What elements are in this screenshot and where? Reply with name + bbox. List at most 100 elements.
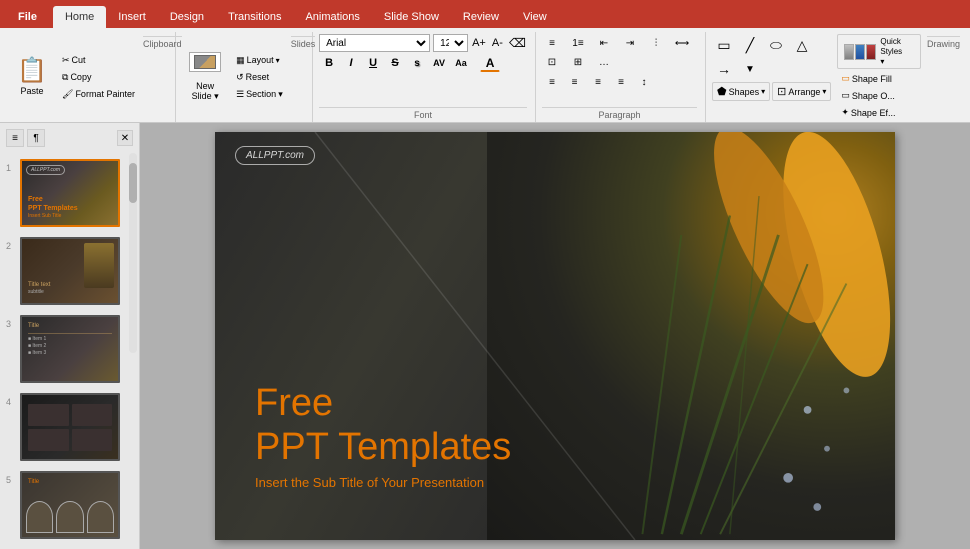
increase-indent-button[interactable]: ⇥ xyxy=(620,34,640,52)
close-panel-button[interactable]: ✕ xyxy=(117,130,133,146)
change-case-button[interactable]: Aa xyxy=(451,54,471,72)
paste-button[interactable]: 📋 Paste xyxy=(10,49,54,105)
paste-label: Paste xyxy=(20,86,43,96)
bullets-button[interactable]: ≡ xyxy=(542,34,562,52)
strikethrough-button[interactable]: S xyxy=(385,54,405,72)
slide-thumb-5[interactable]: 5 Title xyxy=(4,469,135,541)
paste-icon: 📋 xyxy=(17,59,47,83)
cut-icon: ✂ xyxy=(62,55,70,66)
drawing-label: Drawing xyxy=(927,36,960,120)
increase-font-button[interactable]: A+ xyxy=(471,34,487,52)
slide-num-4: 4 xyxy=(6,397,16,407)
char-spacing-button[interactable]: AV xyxy=(429,54,449,72)
tab-design[interactable]: Design xyxy=(158,6,216,28)
canvas-area: ALLPPT.com Free PPT Templates Insert the… xyxy=(140,123,970,549)
new-slide-label: New Slide ▾ xyxy=(192,81,219,102)
layout-button[interactable]: ▦ Layout ▾ xyxy=(232,53,287,68)
tab-insert[interactable]: Insert xyxy=(106,6,158,28)
slide-canvas[interactable]: ALLPPT.com Free PPT Templates Insert the… xyxy=(215,132,895,540)
italic-button[interactable]: I xyxy=(341,54,361,72)
clear-format-button[interactable]: ⌫ xyxy=(508,34,527,52)
font-name-select[interactable]: Arial Times New Roman Calibri xyxy=(319,34,430,52)
tab-transitions[interactable]: Transitions xyxy=(216,6,293,28)
shadow-button[interactable]: s xyxy=(407,54,427,72)
shape-effects-button[interactable]: ✦ Shape Ef... xyxy=(837,105,921,120)
outline-tab-button[interactable]: ¶ xyxy=(27,129,45,147)
copy-icon: ⧉ xyxy=(62,72,68,83)
shape-line-button[interactable]: ╱ xyxy=(738,34,762,56)
slide-panel: ≡ ¶ ✕ 1 ALLPPT.com FreePPT Templates Ins… xyxy=(0,123,140,549)
new-slide-button[interactable]: New Slide ▾ xyxy=(182,47,228,107)
text-direction-button[interactable]: ⟷ xyxy=(672,34,692,52)
quick-styles-preview xyxy=(844,44,876,60)
section-button[interactable]: ☰ Section ▾ xyxy=(232,87,287,102)
align-text-button[interactable]: ⊡ xyxy=(542,53,562,71)
copy-button[interactable]: ⧉ Copy xyxy=(58,70,139,85)
slides-tab-button[interactable]: ≡ xyxy=(6,129,24,147)
shapes-more-button[interactable]: ▼ xyxy=(738,58,762,80)
justify-button[interactable]: ≡ xyxy=(611,73,631,91)
font-controls: Arial Times New Roman Calibri 12 8 10 14… xyxy=(319,34,527,72)
slide-thumb-4[interactable]: 4 xyxy=(4,391,135,463)
slide-panel-header: ≡ ¶ ✕ xyxy=(4,127,135,149)
new-slide-icon xyxy=(189,52,221,78)
arrange-button[interactable]: ⊡ Arrange ▾ xyxy=(772,82,831,101)
align-center-button[interactable]: ≡ xyxy=(565,73,585,91)
clipboard-group: 📋 Paste ✂ Cut ⧉ Copy 🖌 Format Painter xyxy=(4,32,176,122)
tab-view[interactable]: View xyxy=(511,6,559,28)
slide-image-3: Title ■ Item 1■ Item 2■ Item 3 xyxy=(20,315,120,383)
align-left-button[interactable]: ≡ xyxy=(542,73,562,91)
scrollbar-thumb[interactable] xyxy=(129,163,137,203)
slide-image-4 xyxy=(20,393,120,461)
reset-button[interactable]: ↺ Reset xyxy=(232,70,287,85)
shape-outline-icon: ▭ xyxy=(841,90,850,101)
numbering-button[interactable]: 1≡ xyxy=(568,34,588,52)
tab-home[interactable]: Home xyxy=(53,6,106,28)
ribbon-content: 📋 Paste ✂ Cut ⧉ Copy 🖌 Format Painter xyxy=(0,30,970,122)
ribbon: 📋 Paste ✂ Cut ⧉ Copy 🖌 Format Painter xyxy=(0,28,970,123)
align-right-button[interactable]: ≡ xyxy=(588,73,608,91)
drawing-group: ▭ ╱ ⬭ △ → ▼ ⬟ Shapes ▾ ⊡ Arrange xyxy=(706,32,966,122)
slide-text-content: Free PPT Templates Insert the Sub Title … xyxy=(255,382,511,490)
columns-button[interactable]: ⫶ xyxy=(646,34,666,52)
shapes-arrow-icon: ▾ xyxy=(761,87,765,96)
slide-thumb-3[interactable]: 3 Title ■ Item 1■ Item 2■ Item 3 xyxy=(4,313,135,385)
shape-arrow-button[interactable]: → xyxy=(712,58,736,80)
format-painter-button[interactable]: 🖌 Format Painter xyxy=(58,87,139,102)
slide-image-5: Title xyxy=(20,471,120,539)
more-para-button[interactable]: … xyxy=(594,53,614,71)
shape-outline-button[interactable]: ▭ Shape O... xyxy=(837,88,921,103)
shape-fill-icon: ▭ xyxy=(841,73,850,84)
font-color-button[interactable]: A xyxy=(480,54,500,72)
slide-thumb-2[interactable]: 2 Title textsubtitle xyxy=(4,235,135,307)
slide-main-title: Free PPT Templates xyxy=(255,382,511,469)
tab-review[interactable]: Review xyxy=(451,6,511,28)
formatting-row: B I U S s AV Aa A xyxy=(319,54,527,72)
paragraph-group: ≡ 1≡ ⇤ ⇥ ⫶ ⟷ ⊡ ⊞ … ≡ ≡ ≡ ≡ ↕ P xyxy=(536,32,706,122)
line-spacing-button[interactable]: ↕ xyxy=(634,73,654,91)
cut-button[interactable]: ✂ Cut xyxy=(58,53,139,68)
tab-animations[interactable]: Animations xyxy=(293,6,371,28)
shapes-dropdown-button[interactable]: ⬟ Shapes ▾ xyxy=(712,82,770,101)
bold-button[interactable]: B xyxy=(319,54,339,72)
slide-num-2: 2 xyxy=(6,241,16,251)
shape-rect-button[interactable]: ▭ xyxy=(712,34,736,56)
slide-thumb-1[interactable]: 1 ALLPPT.com FreePPT Templates Insert Su… xyxy=(4,157,135,229)
section-icon: ☰ xyxy=(236,89,244,100)
decrease-font-button[interactable]: A- xyxy=(490,34,505,52)
tab-file[interactable]: File xyxy=(4,6,51,28)
smartart-button[interactable]: ⊞ xyxy=(568,53,588,71)
slide-num-1: 1 xyxy=(6,163,16,173)
shape-oval-button[interactable]: ⬭ xyxy=(764,34,788,56)
shape-fill-button[interactable]: ▭ Shape Fill xyxy=(837,71,921,86)
quick-styles-button[interactable]: Quick Styles ▾ xyxy=(837,34,921,69)
quick-styles-label: Quick Styles xyxy=(880,37,914,56)
slide-num-5: 5 xyxy=(6,475,16,485)
shape-triangle-button[interactable]: △ xyxy=(790,34,814,56)
tab-slideshow[interactable]: Slide Show xyxy=(372,6,451,28)
slide-sub-title: Insert the Sub Title of Your Presentatio… xyxy=(255,475,511,490)
decrease-indent-button[interactable]: ⇤ xyxy=(594,34,614,52)
slide-image-2: Title textsubtitle xyxy=(20,237,120,305)
font-size-select[interactable]: 12 8 10 14 16 18 24 xyxy=(433,34,468,52)
underline-button[interactable]: U xyxy=(363,54,383,72)
